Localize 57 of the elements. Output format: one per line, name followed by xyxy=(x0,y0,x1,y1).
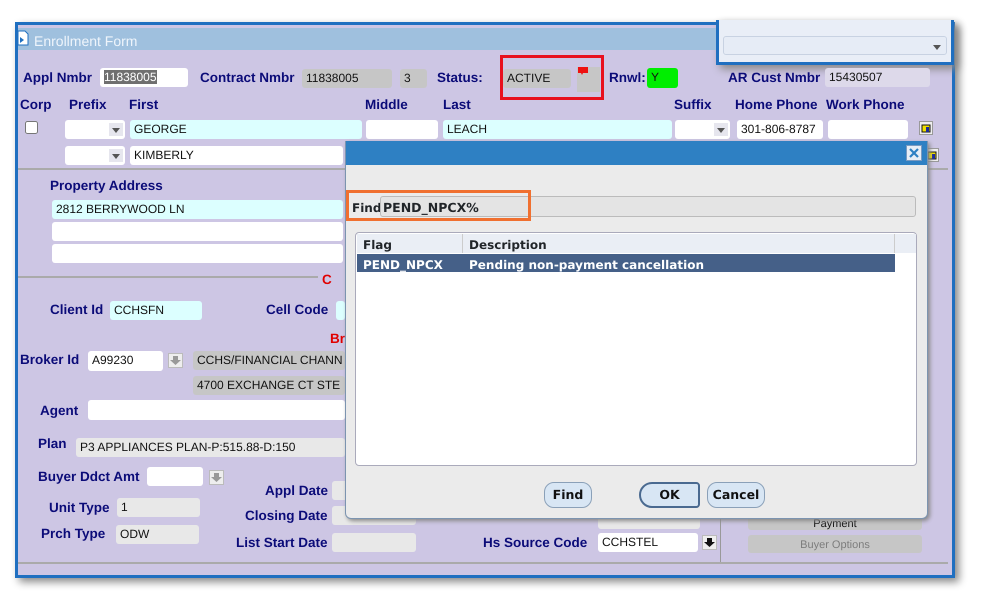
input-field[interactable]: 11838005 xyxy=(302,69,392,88)
input-field[interactable]: 3 xyxy=(400,69,427,88)
field-label: Buyer Ddct Amt xyxy=(38,469,140,485)
cancel-button[interactable]: Cancel xyxy=(707,482,765,508)
field-label: Appl Date xyxy=(265,483,328,499)
field-label: Status: xyxy=(437,70,483,86)
ok-button[interactable]: OK xyxy=(639,482,700,508)
field-label: Broker Id xyxy=(20,352,80,368)
section-heading: Br xyxy=(330,331,346,347)
column-header: Flag xyxy=(357,234,463,253)
field-label: AR Cust Nmbr xyxy=(728,70,820,86)
find-field[interactable]: PEND_NPCX% xyxy=(380,196,916,217)
input-field[interactable]: CCHSTEL xyxy=(598,533,698,552)
field-label: Plan xyxy=(38,436,67,452)
input-field[interactable]: 4700 EXCHANGE CT STE xyxy=(193,376,345,395)
field-label: Find xyxy=(352,200,382,217)
find-button[interactable]: Find xyxy=(544,482,592,508)
input-field[interactable]: P3 APPLIANCES PLAN-P:515.88-D:150 xyxy=(76,438,345,457)
field-label: Prch Type xyxy=(41,526,106,542)
field-label: Client Id xyxy=(50,302,104,318)
field-label: Unit Type xyxy=(49,500,110,516)
field-label: Rnwl: xyxy=(609,70,646,86)
input-field[interactable]: CCHS/FINANCIAL CHANN xyxy=(193,351,345,370)
field-label: Contract Nmbr xyxy=(200,70,295,86)
column-header: Work Phone xyxy=(826,97,905,113)
field-label: Hs Source Code xyxy=(483,535,588,551)
field-label: List Start Date xyxy=(236,535,328,551)
column-header: Description xyxy=(463,234,895,253)
field-label: Appl Nmbr xyxy=(23,70,92,86)
column-header: Home Phone xyxy=(735,97,818,113)
field-label: Cell Code xyxy=(266,302,328,318)
section-heading: C xyxy=(322,272,332,288)
field-label: Agent xyxy=(40,403,78,419)
table-cell[interactable]: Pending non-payment cancellation xyxy=(469,256,704,274)
input-field[interactable]: 15430507 xyxy=(825,68,930,87)
input-field[interactable]: KIMBERLY xyxy=(130,146,343,165)
input-field[interactable]: 1 xyxy=(117,498,200,517)
input-field[interactable]: GEORGE xyxy=(130,120,362,139)
column-header: Middle xyxy=(365,97,408,113)
column-header: Prefix xyxy=(69,97,107,113)
column-header: Corp xyxy=(20,97,52,113)
field-label: Property Address xyxy=(50,178,163,194)
input-field[interactable]: 301-806-8787 xyxy=(737,120,823,139)
title-bar: Enrollment Form xyxy=(18,28,716,50)
column-header: Last xyxy=(443,97,471,113)
input-field[interactable]: CCHSFN xyxy=(110,301,202,320)
column-header: First xyxy=(129,97,158,113)
input-field[interactable]: LEACH xyxy=(443,120,672,139)
field-label: Closing Date xyxy=(245,508,328,524)
column-header: Suffix xyxy=(674,97,712,113)
table-cell[interactable]: PEND_NPCX xyxy=(363,256,443,274)
input-field[interactable]: ACTIVE xyxy=(503,69,571,88)
input-field[interactable]: A99230 xyxy=(88,351,163,371)
input-field[interactable]: 2812 BERRYWOOD LN xyxy=(52,200,343,219)
input-field[interactable]: ODW xyxy=(116,525,199,544)
input-field[interactable]: Y xyxy=(647,68,678,88)
input-field[interactable]: 11838005 xyxy=(100,68,188,87)
